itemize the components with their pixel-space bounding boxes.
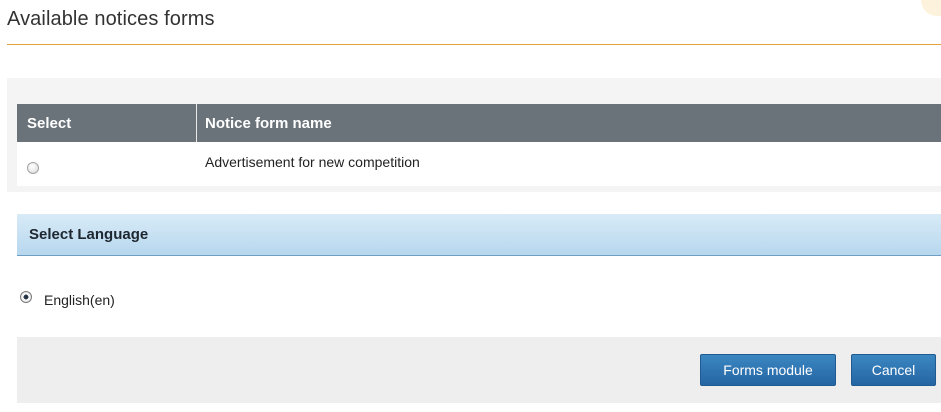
- page-title: Available notices forms: [7, 8, 215, 30]
- table-header: Select Notice form name: [17, 104, 941, 142]
- language-radio-english[interactable]: [20, 291, 32, 303]
- language-option-label: English(en): [44, 292, 115, 308]
- language-option-english[interactable]: English(en): [20, 291, 115, 308]
- cancel-button[interactable]: Cancel: [851, 354, 936, 386]
- form-select-radio[interactable]: [27, 162, 39, 174]
- notice-forms-table: Select Notice form name Advertisement fo…: [17, 104, 941, 186]
- column-header-select: Select: [17, 104, 197, 142]
- select-language-header: Select Language: [17, 214, 941, 256]
- forms-module-button[interactable]: Forms module: [700, 354, 836, 386]
- notice-form-name: Advertisement for new competition: [205, 154, 420, 170]
- table-row: Advertisement for new competition: [17, 142, 941, 186]
- title-divider: [7, 44, 941, 45]
- column-header-notice-form-name: Notice form name: [205, 114, 332, 132]
- row-select-cell: [17, 142, 197, 186]
- corner-decoration: [921, 0, 941, 16]
